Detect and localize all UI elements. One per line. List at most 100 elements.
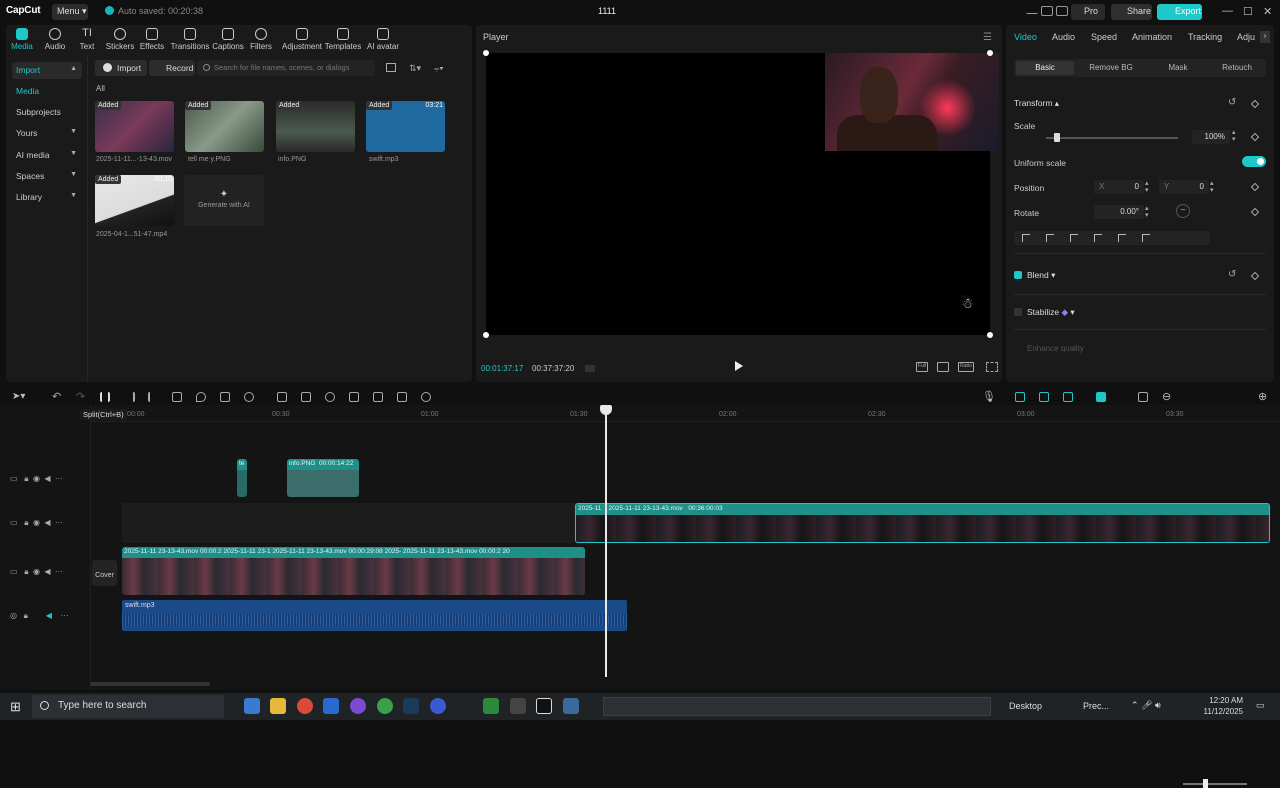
figure-sticker-icon[interactable]: ☃ — [961, 295, 975, 317]
tab-transitions[interactable]: Transitions — [170, 28, 210, 51]
scale-slider-handle[interactable] — [1053, 133, 1060, 142]
video-canvas[interactable]: ☃ — [486, 53, 999, 335]
tab-templates[interactable]: Templates — [321, 28, 365, 51]
preview-axis-icon[interactable] — [1096, 392, 1106, 402]
subtab-retouch[interactable]: Retouch — [1210, 61, 1264, 75]
stepper-icon[interactable]: ▴ ▾ — [1232, 129, 1236, 143]
split-right-icon[interactable] — [148, 392, 158, 402]
resize-handle[interactable] — [987, 50, 993, 56]
freeze-icon[interactable] — [277, 392, 287, 402]
timeline-scrollbar[interactable] — [90, 682, 210, 686]
sidebar-item-import[interactable]: Import ▲ — [12, 62, 82, 79]
media-thumb-mov[interactable]: Added — [95, 101, 174, 152]
tab-animation[interactable]: Animation — [1132, 32, 1172, 42]
reset-icon[interactable]: ↺ — [1228, 97, 1236, 108]
subtab-basic[interactable]: Basic — [1016, 61, 1074, 75]
notification-icon[interactable]: ▭ — [1256, 700, 1265, 711]
resize-handle[interactable] — [987, 332, 993, 338]
resize-handle[interactable] — [483, 50, 489, 56]
lock-icon[interactable]: 🔒︎ — [24, 567, 28, 576]
more-icon[interactable]: ··· — [55, 567, 63, 576]
select-tool-icon[interactable]: ➤▾ — [12, 391, 25, 402]
timeline-clip[interactable]: te — [237, 459, 247, 497]
stepper-icon[interactable]: ▴ ▾ — [1145, 205, 1149, 219]
close-icon[interactable]: ✕ — [1263, 5, 1272, 18]
media-thumb-png[interactable]: Added — [185, 101, 264, 152]
tab-effects[interactable]: Effects — [132, 28, 172, 51]
scale-slider[interactable] — [1046, 137, 1178, 139]
app-icon[interactable] — [350, 698, 366, 714]
zoom-in-icon[interactable]: ⊕ — [1258, 390, 1267, 403]
audio-clip[interactable]: swift.mp3 — [122, 600, 627, 631]
crop-icon[interactable] — [220, 392, 230, 402]
align-top-icon[interactable] — [1094, 234, 1102, 242]
tab-video[interactable]: Video — [1014, 32, 1037, 42]
speaker-icon[interactable]: ◀ — [46, 611, 52, 620]
file-explorer-icon[interactable] — [270, 698, 286, 714]
media-thumb-audio[interactable]: Added 03:21 — [366, 101, 445, 152]
keyframe-icon[interactable] — [1250, 182, 1260, 192]
lock-icon[interactable]: 🔒︎ — [24, 611, 28, 620]
sidebar-item-subprojects[interactable]: Subprojects — [12, 104, 82, 121]
snapshot-icon[interactable] — [937, 362, 949, 372]
filter-icon[interactable]: ⩦▾ — [434, 63, 444, 74]
main-track-magnet-icon[interactable] — [1015, 392, 1025, 402]
overlay-video-frame[interactable] — [825, 53, 999, 151]
generate-ai-button[interactable]: ✦ Generate with AI — [184, 175, 264, 226]
record-button[interactable]: Record — [149, 60, 195, 76]
import-button[interactable]: Import — [95, 60, 147, 76]
zoom-slider[interactable] — [1183, 783, 1247, 785]
align-center-v-icon[interactable] — [1118, 234, 1126, 242]
speaker-icon[interactable]: ◀ — [44, 518, 50, 527]
stabilize-checkbox[interactable] — [1014, 308, 1022, 316]
menu-button[interactable]: Menu ▾ — [52, 4, 88, 20]
timeline-clip-selected[interactable]: 2025-11 2025-11-11 23-13-43.mov 00:36:00… — [575, 503, 1270, 543]
align-center-h-icon[interactable] — [1046, 234, 1054, 242]
capcut-icon[interactable] — [536, 698, 552, 714]
sidebar-item-ai-media[interactable]: AI media ▼ — [12, 147, 82, 164]
chrome-alt-icon[interactable] — [430, 698, 446, 714]
tray-icons[interactable]: ⌃ 🎤︎ 🔊︎ — [1131, 700, 1161, 711]
sidebar-item-media[interactable]: Media — [12, 83, 82, 100]
linkage-icon[interactable] — [1063, 392, 1073, 402]
grid-view-icon[interactable] — [386, 63, 396, 72]
stabilize-header[interactable]: Stabilize ◆ ▾ — [1027, 307, 1075, 318]
obs-icon[interactable] — [457, 698, 473, 714]
tab-ai-avatar[interactable]: AI avatar — [361, 28, 405, 51]
scale-value[interactable]: 100% — [1192, 130, 1230, 144]
chrome-profile-icon[interactable] — [377, 698, 393, 714]
sort-icon[interactable]: ⇅▾ — [409, 63, 421, 74]
auto-cut-icon[interactable] — [397, 392, 407, 402]
enhance-icon[interactable] — [421, 392, 431, 402]
uniform-scale-toggle[interactable] — [1242, 156, 1266, 167]
eye-icon[interactable]: ◉ — [33, 567, 40, 576]
windows-start-icon[interactable]: ⊞ — [10, 699, 21, 715]
magic-icon[interactable] — [349, 392, 359, 402]
more-icon[interactable]: ··· — [55, 518, 63, 527]
align-left-icon[interactable] — [1022, 234, 1030, 242]
stepper-icon[interactable]: ▴ ▾ — [1210, 180, 1214, 194]
app-icon[interactable] — [510, 698, 526, 714]
lock-icon[interactable]: 🔒︎ — [24, 474, 28, 483]
fullscreen-icon[interactable] — [986, 362, 998, 372]
main-track-clips[interactable]: 2025-11-11 23-13-43.mov 00:00:2 2025-11-… — [122, 547, 585, 595]
delete-icon[interactable] — [172, 392, 182, 402]
align-right-icon[interactable] — [1070, 234, 1078, 242]
redo-icon[interactable]: ↷ — [76, 390, 85, 403]
resize-handle[interactable] — [483, 332, 489, 338]
rotate-field[interactable]: 0.00° — [1094, 205, 1144, 219]
position-y-field[interactable]: Y0 — [1159, 180, 1209, 194]
sidebar-item-spaces[interactable]: Spaces ▼ — [12, 168, 82, 185]
outlook-icon[interactable] — [323, 698, 339, 714]
tab-filters[interactable]: Filters — [241, 28, 281, 51]
play-button[interactable] — [735, 361, 743, 371]
taskbar-search[interactable]: Type here to search — [32, 695, 224, 718]
minimize-layout-icon[interactable] — [1026, 6, 1038, 14]
stepper-icon[interactable]: ▴ ▾ — [1145, 180, 1149, 194]
subtab-mask[interactable]: Mask — [1149, 61, 1207, 75]
maximize-icon[interactable]: ☐ — [1243, 5, 1253, 18]
timeline-clip[interactable]: info.PNG 00:00:14:22 — [287, 459, 359, 497]
keyframe-icon[interactable] — [1250, 271, 1260, 281]
copilot-icon[interactable] — [244, 698, 260, 714]
reverse-icon[interactable] — [244, 392, 254, 402]
